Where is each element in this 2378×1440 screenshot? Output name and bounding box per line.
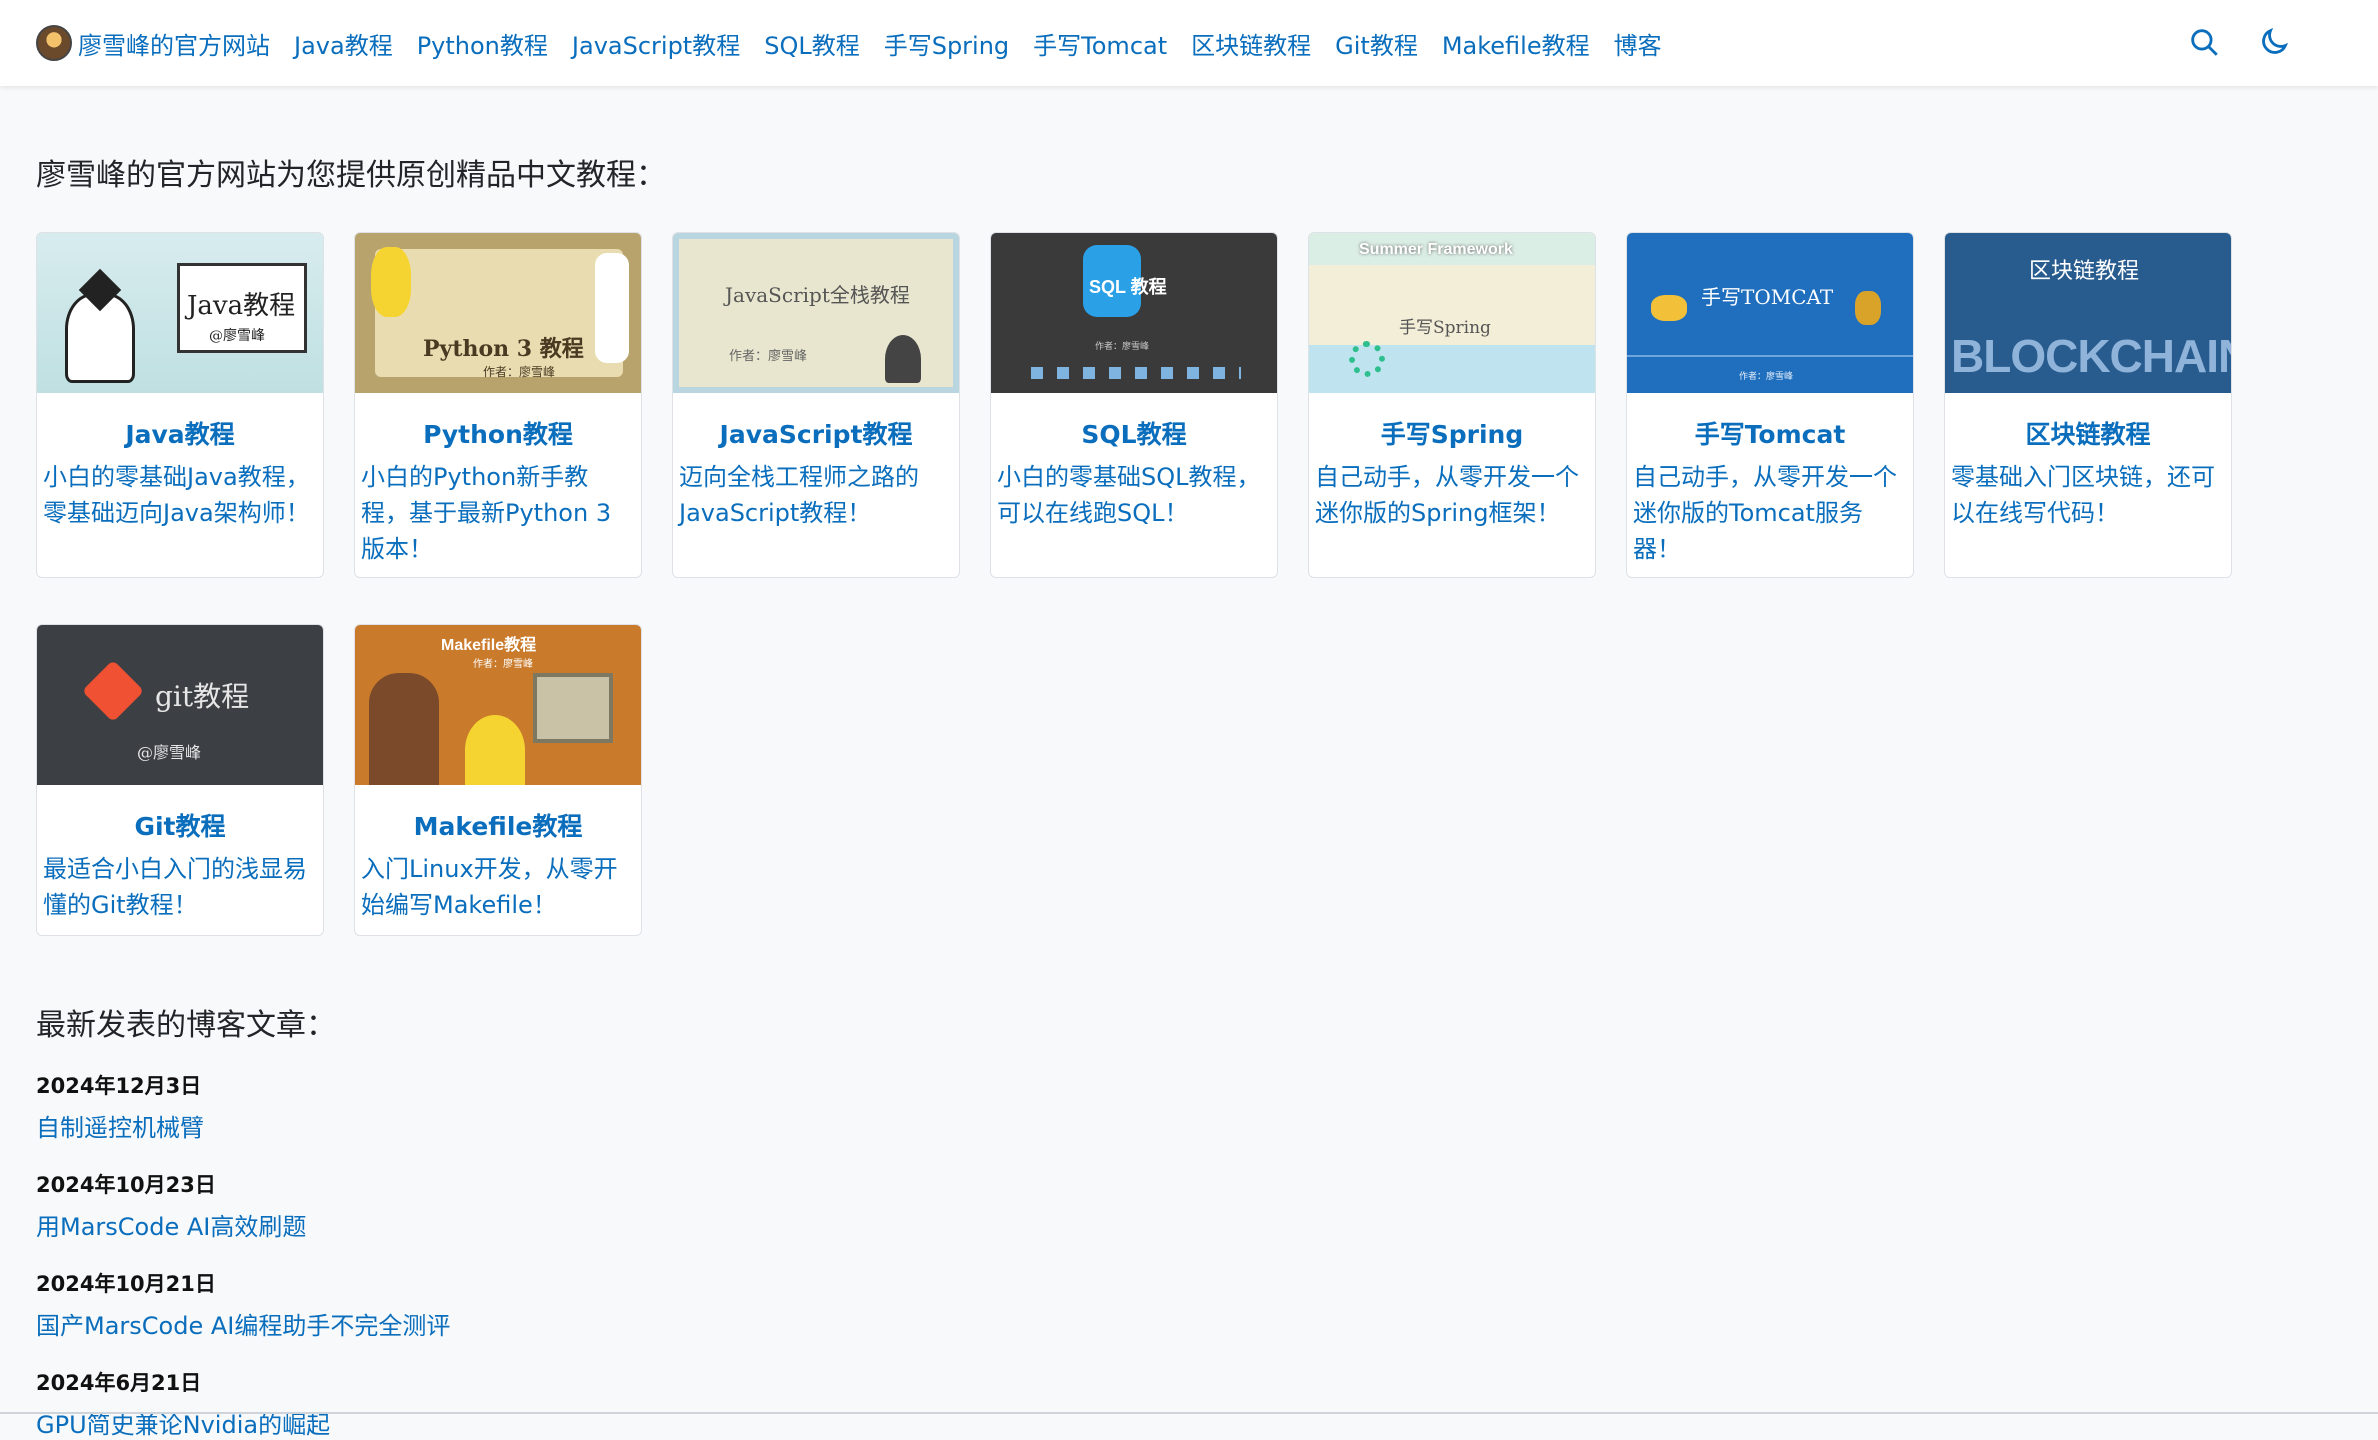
- cover-sub-makefile: 作者：廖雪峰: [473, 659, 533, 670]
- viewport-bottom-divider: [0, 1412, 2378, 1414]
- nav-link-javascript[interactable]: JavaScript教程: [572, 26, 740, 61]
- cover-sub-tomcat: 作者：廖雪峰: [1739, 372, 1794, 382]
- main-content: 廖雪峰的官方网站为您提供原创精品中文教程： Java教程 @廖雪峰 Java教程…: [36, 86, 2342, 1440]
- course-desc: 自己动手，从零开发一个迷你版的Tomcat服务器！: [1633, 463, 1897, 563]
- course-card-spring[interactable]: Summer Framework 手写Spring 手写Spring 自己动手，…: [1308, 232, 1596, 578]
- post-date: 2024年12月3日: [36, 1074, 202, 1098]
- course-grid: Java教程 @廖雪峰 Java教程 小白的零基础Java教程，零基础迈向Jav…: [36, 232, 2342, 936]
- nav-link-git[interactable]: Git教程: [1335, 26, 1418, 61]
- cover-title-spring: Summer Framework: [1359, 241, 1513, 258]
- course-desc: 零基础入门区块链，还可以在线写代码！: [1951, 463, 2215, 527]
- course-card-javascript[interactable]: JavaScript全栈教程 作者：廖雪峰 JavaScript教程 迈向全栈工…: [672, 232, 960, 578]
- cover-image-python: Python 3 教程 作者：廖雪峰: [355, 233, 641, 393]
- course-desc: 最适合小白入门的浅显易懂的Git教程！: [43, 855, 307, 919]
- moon-icon[interactable]: [2254, 22, 2294, 62]
- course-desc: 迈向全栈工程师之路的JavaScript教程！: [679, 463, 919, 527]
- cover-title-blockchain: 区块链教程: [2029, 259, 2140, 284]
- course-title: SQL教程: [1081, 420, 1187, 449]
- nav-link-java[interactable]: Java教程: [294, 26, 393, 61]
- course-desc: 小白的零基础SQL教程，可以在线跑SQL！: [997, 463, 1261, 527]
- blog-post: 2024年6月21日 GPU简史兼论Nvidia的崛起: [36, 1367, 2342, 1440]
- nav-link-python[interactable]: Python教程: [417, 26, 548, 61]
- nav-link-spring[interactable]: 手写Spring: [884, 26, 1009, 61]
- post-date: 2024年10月21日: [36, 1272, 216, 1296]
- course-desc: 入门Linux开发，从零开始编写Makefile！: [361, 855, 618, 919]
- blog-post: 2024年10月23日 用MarsCode AI高效刷题: [36, 1169, 2342, 1242]
- course-card-blockchain[interactable]: 区块链教程 BLOCKCHAIN 区块链教程 零基础入门区块链，还可以在线写代码…: [1944, 232, 2232, 578]
- cover-title-javascript: JavaScript全栈教程: [725, 283, 910, 307]
- course-card-python[interactable]: Python 3 教程 作者：廖雪峰 Python教程 小白的Python新手教…: [354, 232, 642, 578]
- course-desc: 小白的零基础Java教程，零基础迈向Java架构师！: [43, 463, 310, 527]
- cover-image-makefile: Makefile教程 作者：廖雪峰: [355, 625, 641, 785]
- post-link[interactable]: GPU简史兼论Nvidia的崛起: [36, 1405, 2342, 1440]
- cover-title-sql: SQL 教程: [1089, 277, 1167, 297]
- cover-sub-java: @廖雪峰: [209, 328, 265, 344]
- post-link[interactable]: 国产MarsCode AI编程助手不完全测评: [36, 1306, 2342, 1341]
- cover-title-python: Python 3 教程: [423, 336, 584, 362]
- course-title: 手写Spring: [1380, 420, 1524, 449]
- cover-title-tomcat: 手写TOMCAT: [1701, 285, 1834, 309]
- nav-link-blockchain[interactable]: 区块链教程: [1191, 26, 1311, 61]
- top-navbar: 廖雪峰的官方网站 Java教程 Python教程 JavaScript教程 SQ…: [0, 0, 2378, 86]
- cover-image-git: git教程 @廖雪峰: [37, 625, 323, 785]
- cover-image-blockchain: 区块链教程 BLOCKCHAIN: [1945, 233, 2231, 393]
- course-title: Makefile教程: [413, 812, 583, 841]
- cover-sub-blockchain: BLOCKCHAIN: [1951, 330, 2231, 382]
- course-card-sql[interactable]: SQL 教程 作者：廖雪峰 SQL教程 小白的零基础SQL教程，可以在线跑SQL…: [990, 232, 1278, 578]
- nav-link-blog[interactable]: 博客: [1614, 26, 1662, 61]
- cover-title-java: Java教程: [187, 291, 296, 321]
- course-title: Java教程: [125, 420, 235, 449]
- post-link[interactable]: 自制遥控机械臂: [36, 1108, 2342, 1143]
- course-card-git[interactable]: git教程 @廖雪峰 Git教程 最适合小白入门的浅显易懂的Git教程！: [36, 624, 324, 936]
- nav-link-sql[interactable]: SQL教程: [764, 26, 860, 61]
- cover-sub-javascript: 作者：廖雪峰: [729, 349, 808, 364]
- brand-text: 廖雪峰的官方网站: [78, 31, 270, 60]
- search-icon[interactable]: [2184, 22, 2224, 62]
- cover-sub-sql: 作者：廖雪峰: [1095, 342, 1150, 352]
- post-date: 2024年10月23日: [36, 1173, 216, 1197]
- course-desc: 小白的Python新手教程，基于最新Python 3版本！: [361, 463, 612, 563]
- course-title: Git教程: [134, 812, 226, 841]
- cover-image-tomcat: 手写TOMCAT 作者：廖雪峰: [1627, 233, 1913, 393]
- nav-link-tomcat[interactable]: 手写Tomcat: [1033, 26, 1167, 61]
- cover-sub-python: 作者：廖雪峰: [483, 365, 556, 379]
- cover-title-git: git教程: [155, 680, 250, 713]
- brand-link[interactable]: 廖雪峰的官方网站: [36, 25, 294, 61]
- course-desc: 自己动手，从零开发一个迷你版的Spring框架！: [1315, 463, 1579, 527]
- blog-heading: 最新发表的博客文章：: [36, 1008, 336, 1043]
- blog-post: 2024年12月3日 自制遥控机械臂: [36, 1070, 2342, 1143]
- post-date: 2024年6月21日: [36, 1371, 202, 1395]
- cover-sub-spring: 手写Spring: [1399, 318, 1491, 338]
- nav-actions: [2184, 22, 2294, 62]
- course-title: Python教程: [423, 420, 573, 449]
- cover-title-makefile: Makefile教程: [441, 637, 537, 654]
- course-card-makefile[interactable]: Makefile教程 作者：廖雪峰 Makefile教程 入门Linux开发，从…: [354, 624, 642, 936]
- course-card-tomcat[interactable]: 手写TOMCAT 作者：廖雪峰 手写Tomcat 自己动手，从零开发一个迷你版的…: [1626, 232, 1914, 578]
- cover-image-java: Java教程 @廖雪峰: [37, 233, 323, 393]
- course-title: 区块链教程: [2025, 420, 2151, 449]
- course-title: JavaScript教程: [719, 420, 913, 449]
- cover-sub-git: @廖雪峰: [137, 743, 202, 762]
- post-link[interactable]: 用MarsCode AI高效刷题: [36, 1207, 2342, 1242]
- brand-logo: [36, 25, 72, 61]
- course-card-java[interactable]: Java教程 @廖雪峰 Java教程 小白的零基础Java教程，零基础迈向Jav…: [36, 232, 324, 578]
- cover-image-spring: Summer Framework 手写Spring: [1309, 233, 1595, 393]
- intro-heading: 廖雪峰的官方网站为您提供原创精品中文教程：: [36, 158, 666, 193]
- nav-link-makefile[interactable]: Makefile教程: [1442, 26, 1590, 61]
- cover-image-javascript: JavaScript全栈教程 作者：廖雪峰: [673, 233, 959, 393]
- course-title: 手写Tomcat: [1694, 420, 1846, 449]
- blog-post: 2024年10月21日 国产MarsCode AI编程助手不完全测评: [36, 1268, 2342, 1341]
- cover-image-sql: SQL 教程 作者：廖雪峰: [991, 233, 1277, 393]
